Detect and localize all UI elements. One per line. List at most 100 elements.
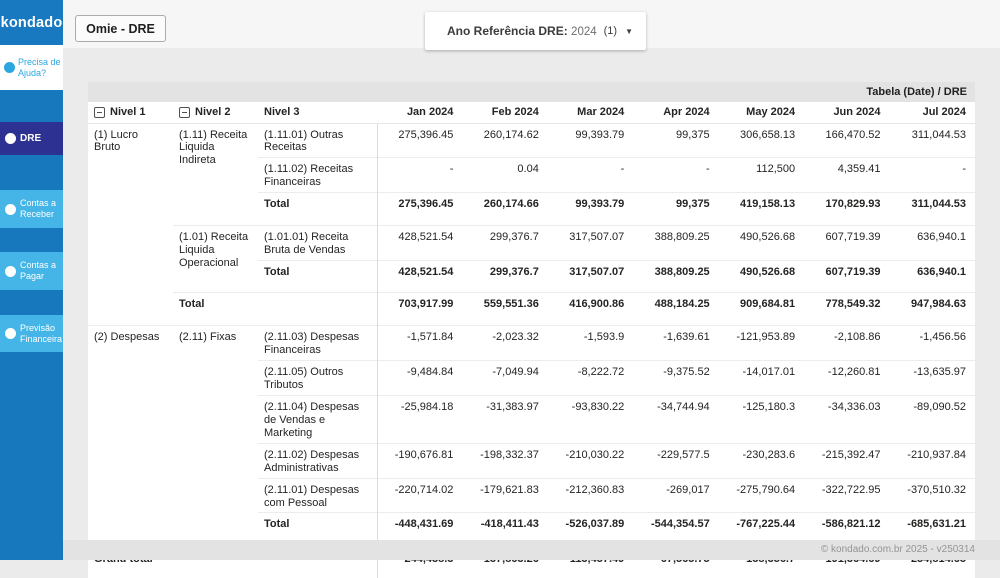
value-cell: 428,521.54 [377,225,462,260]
value-cell: 947,984.63 [890,293,975,326]
value-cell: -125,180.3 [719,395,804,443]
column-header-apr-2024: Apr 2024 [633,102,718,123]
collapse-icon[interactable] [94,107,105,118]
value-cell: -89,090.52 [890,395,975,443]
value-cell: 299,376.7 [462,225,547,260]
value-cell: 275,396.45 [377,193,462,226]
value-cell: 4,359.41 [804,158,889,193]
value-cell: 260,174.66 [462,193,547,226]
value-cell: -269,017 [633,478,718,513]
nivel3-cell: (1.11.02) Receitas Financeiras [258,158,377,193]
dre-matrix: Tabela (Date) / DRE Nivel 1Nivel 2Nivel … [88,82,975,578]
value-cell: -198,332.37 [462,443,547,478]
value-cell: 306,658.13 [719,123,804,158]
value-cell: 99,375 [633,123,718,158]
value-cell: -179,621.83 [462,478,547,513]
dot-icon [5,133,16,144]
dre-table: Nivel 1Nivel 2Nivel 3Jan 2024Feb 2024Mar… [88,102,975,578]
value-cell: 388,809.25 [633,260,718,293]
table-header: Nivel 1Nivel 2Nivel 3Jan 2024Feb 2024Mar… [88,102,975,123]
value-cell: - [548,158,633,193]
filter-value: 2024 [571,26,597,38]
nivel3-cell: (2.11.01) Despesas com Pessoal [258,478,377,513]
value-cell: -121,953.89 [719,325,804,360]
value-cell: 311,044.53 [890,193,975,226]
value-cell: 166,470.52 [804,123,889,158]
value-cell: -8,222.72 [548,360,633,395]
column-header-jan-2024: Jan 2024 [377,102,462,123]
value-cell: 299,376.7 [462,260,547,293]
table-row: (1) Lucro Bruto(1.11) Receita Liquida In… [88,123,975,158]
value-cell: 388,809.25 [633,225,718,260]
kondado-logo: kondado [0,0,63,45]
value-cell: 275,396.45 [377,123,462,158]
value-cell: -1,571.84 [377,325,462,360]
dot-icon [5,204,16,215]
sidebar-item-contas-a-pagar[interactable]: Contas a Pagar [0,252,63,290]
value-cell: 419,158.13 [719,193,804,226]
value-cell: -7,049.94 [462,360,547,395]
value-cell: -34,336.03 [804,395,889,443]
table-title: Tabela (Date) / DRE [88,82,975,102]
value-cell: 311,044.53 [890,123,975,158]
value-cell: - [633,158,718,193]
value-cell: 0.04 [462,158,547,193]
value-cell: 490,526.68 [719,260,804,293]
sidebar: kondado Precisa de Ajuda? DRE Contas a R… [0,0,63,560]
value-cell: -229,577.5 [633,443,718,478]
value-cell: -210,030.22 [548,443,633,478]
value-cell: -2,023.32 [462,325,547,360]
sidebar-item-previsao-financeira[interactable]: Previsão Financeira [0,315,63,352]
value-cell: 778,549.32 [804,293,889,326]
value-cell: -322,722.95 [804,478,889,513]
column-header-nivel-1: Nivel 1 [88,102,173,123]
value-cell: -275,790.64 [719,478,804,513]
value-cell: 99,393.79 [548,193,633,226]
column-header-mar-2024: Mar 2024 [548,102,633,123]
section-total-row: Total703,917.99559,551.36416,900.86488,1… [88,293,975,326]
nivel1-cell: (2) Despesas [88,325,173,545]
value-cell: -210,937.84 [890,443,975,478]
value-cell: 909,684.81 [719,293,804,326]
filter-label-text: Ano Referência DRE [447,24,564,38]
filter-label: Ano Referência DRE: 2024 [447,24,597,38]
filter-right: (1) ▼ [604,25,633,37]
value-cell: -13,635.97 [890,360,975,395]
help-dot-icon [4,62,15,73]
section-total-label: Total [173,293,377,326]
value-cell: - [890,158,975,193]
table-row: (2) Despesas(2.11) Fixas(2.11.03) Despes… [88,325,975,360]
sidebar-item-help[interactable]: Precisa de Ajuda? [0,45,63,90]
sidebar-item-label: DRE [20,133,41,145]
value-cell: 317,507.07 [548,260,633,293]
year-filter-dropdown[interactable]: Ano Referência DRE: 2024 (1) ▼ [425,12,646,50]
column-header-feb-2024: Feb 2024 [462,102,547,123]
value-cell: -34,744.94 [633,395,718,443]
collapse-icon[interactable] [179,107,190,118]
value-cell: 636,940.1 [890,260,975,293]
column-header-label: Nivel 3 [264,106,299,118]
sidebar-item-dre[interactable]: DRE [0,122,63,155]
value-cell: -370,510.32 [890,478,975,513]
table-row: (1.01) Receita Liquida Operacional(1.01.… [88,225,975,260]
nivel2-cell: (1.01) Receita Liquida Operacional [173,225,258,292]
value-cell: - [377,158,462,193]
value-cell: -1,593.9 [548,325,633,360]
value-cell: 607,719.39 [804,260,889,293]
value-cell: 490,526.68 [719,225,804,260]
value-cell: -230,283.6 [719,443,804,478]
value-cell: 428,521.54 [377,260,462,293]
nivel3-cell: (2.11.02) Despesas Administrativas [258,443,377,478]
value-cell: -14,017.01 [719,360,804,395]
value-cell: 112,500 [719,158,804,193]
chevron-down-icon: ▼ [625,27,633,36]
value-cell: -220,714.02 [377,478,462,513]
help-label: Precisa de Ajuda? [18,57,61,79]
value-cell: 636,940.1 [890,225,975,260]
value-cell: -9,375.52 [633,360,718,395]
nivel1-cell: (1) Lucro Bruto [88,123,173,325]
logo-text: kondado [1,15,63,31]
report-title-button[interactable]: Omie - DRE [75,15,166,42]
sidebar-item-contas-a-receber[interactable]: Contas a Receber [0,190,63,228]
dot-icon [5,328,16,339]
